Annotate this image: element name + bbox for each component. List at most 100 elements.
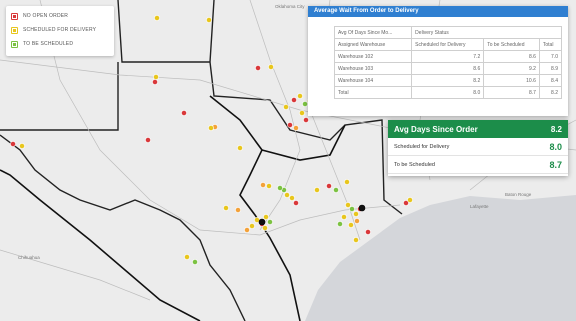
order-marker[interactable] [358, 204, 366, 212]
map-legend: NO OPEN ORDER SCHEDULED FOR DELIVERY TO … [6, 6, 114, 56]
kpi-row-to-be-scheduled: To be Scheduled 8.7 [388, 156, 568, 174]
order-marker[interactable] [345, 202, 351, 208]
order-marker[interactable] [260, 182, 266, 188]
red-flag-icon [11, 12, 18, 20]
table-header-cell[interactable]: Scheduled for Delivery [411, 38, 485, 51]
order-marker[interactable] [287, 122, 293, 128]
order-marker[interactable] [344, 179, 350, 185]
order-marker[interactable] [154, 15, 160, 21]
table-cell: 8.9 [538, 62, 563, 75]
wait-table-panel: Average Wait From Order to Delivery Avg … [308, 6, 568, 116]
table-cell: 8.6 [411, 62, 485, 75]
kpi-header: Avg Days Since Order 8.2 [388, 120, 568, 138]
order-marker[interactable] [145, 137, 151, 143]
order-marker[interactable] [293, 200, 299, 206]
order-marker[interactable] [365, 229, 371, 235]
order-marker[interactable] [263, 214, 269, 220]
order-marker[interactable] [277, 185, 283, 191]
order-marker[interactable] [192, 259, 198, 265]
order-marker[interactable] [283, 104, 289, 110]
order-marker[interactable] [348, 222, 354, 228]
kpi-row-label: Scheduled for Delivery [394, 143, 450, 150]
order-marker[interactable] [326, 183, 332, 189]
order-marker[interactable] [235, 207, 241, 213]
table-total-row[interactable]: Total 8.0 8.7 8.2 [333, 86, 563, 99]
order-marker[interactable] [333, 187, 339, 193]
table-row[interactable]: Warehouse 104 8.2 10.6 8.4 [333, 74, 563, 87]
table-row[interactable]: Warehouse 103 8.6 9.2 8.9 [333, 62, 563, 75]
table-header-cell[interactable]: Delivery Status [411, 26, 562, 39]
city-label: Chihuahua [18, 255, 40, 260]
table-cell: 8.0 [411, 86, 485, 99]
table-cell: 8.2 [411, 74, 485, 87]
order-marker[interactable] [206, 17, 212, 23]
order-marker[interactable] [293, 125, 299, 131]
order-marker[interactable] [349, 206, 355, 212]
table-row[interactable]: Warehouse 102 7.2 8.6 7.0 [333, 50, 563, 63]
table-cell: 10.6 [483, 74, 540, 87]
table-header-cell[interactable]: Avg Of Days Since Mo... [333, 26, 413, 39]
kpi-row-value: 8.7 [549, 159, 562, 170]
order-marker[interactable] [297, 93, 303, 99]
legend-item-no-open-order: NO OPEN ORDER [11, 9, 109, 23]
order-marker[interactable] [302, 101, 308, 107]
legend-item-to-be-scheduled: TO BE SCHEDULED [11, 37, 109, 51]
legend-label: TO BE SCHEDULED [23, 41, 74, 47]
panel-title: Average Wait From Order to Delivery [308, 6, 568, 17]
order-marker[interactable] [258, 218, 266, 226]
legend-label: SCHEDULED FOR DELIVERY [23, 27, 97, 33]
order-marker[interactable] [353, 211, 359, 217]
order-marker[interactable] [341, 214, 347, 220]
yellow-flag-icon [11, 26, 18, 34]
kpi-total: 8.2 [550, 124, 562, 134]
kpi-title: Avg Days Since Order [394, 124, 478, 134]
order-marker[interactable] [208, 125, 214, 131]
order-marker[interactable] [223, 205, 229, 211]
table-header-row: Avg Of Days Since Mo... Delivery Status [333, 26, 562, 39]
avg-days-kpi-card: Avg Days Since Order 8.2 Scheduled for D… [388, 120, 568, 176]
order-marker[interactable] [237, 145, 243, 151]
table-cell: 8.2 [538, 86, 563, 99]
table-header-cell[interactable]: Assigned Warehouse [333, 38, 413, 51]
wait-table: Avg Of Days Since Mo... Delivery Status … [333, 26, 563, 99]
order-marker[interactable] [303, 117, 309, 123]
table-header-cell[interactable]: To be Scheduled [483, 38, 540, 51]
legend-label: NO OPEN ORDER [23, 13, 69, 19]
order-marker[interactable] [407, 197, 413, 203]
kpi-row-scheduled: Scheduled for Delivery 8.0 [388, 138, 568, 156]
table-cell: 7.0 [538, 50, 563, 63]
order-marker[interactable] [284, 192, 290, 198]
table-header-cell[interactable]: Total [538, 38, 563, 51]
table-cell: Total [333, 86, 413, 99]
city-label: Oklahoma City [275, 4, 305, 9]
order-marker[interactable] [249, 223, 255, 229]
order-marker[interactable] [153, 74, 159, 80]
table-cell: 9.2 [483, 62, 540, 75]
table-cell: 8.7 [483, 86, 540, 99]
order-marker[interactable] [10, 141, 16, 147]
order-marker[interactable] [314, 187, 320, 193]
order-marker[interactable] [19, 143, 25, 149]
order-marker[interactable] [268, 64, 274, 70]
order-marker[interactable] [337, 221, 343, 227]
order-marker[interactable] [266, 183, 272, 189]
city-label: Lafayette [470, 204, 489, 209]
order-marker[interactable] [255, 65, 261, 71]
green-flag-icon [11, 40, 18, 48]
order-marker[interactable] [244, 227, 250, 233]
city-label: Baton Rouge [505, 192, 532, 197]
order-marker[interactable] [299, 110, 305, 116]
order-marker[interactable] [152, 79, 158, 85]
order-marker[interactable] [267, 219, 273, 225]
order-marker[interactable] [289, 195, 295, 201]
table-cell: Warehouse 103 [333, 62, 413, 75]
kpi-row-value: 8.0 [549, 141, 562, 152]
order-marker[interactable] [354, 218, 360, 224]
table-header-row: Assigned Warehouse Scheduled for Deliver… [333, 38, 563, 51]
legend-item-scheduled: SCHEDULED FOR DELIVERY [11, 23, 109, 37]
order-marker[interactable] [353, 237, 359, 243]
order-marker[interactable] [184, 254, 190, 260]
order-marker[interactable] [181, 110, 187, 116]
order-marker[interactable] [291, 97, 297, 103]
order-marker[interactable] [262, 225, 268, 231]
